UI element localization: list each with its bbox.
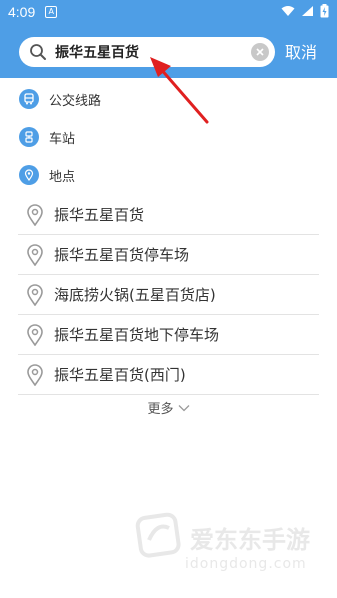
station-icon — [19, 127, 39, 147]
location-pin-icon — [27, 203, 43, 226]
signal-icon — [302, 6, 313, 16]
battery-icon — [320, 4, 329, 18]
result-label: 振华五星百货地下停车场 — [54, 326, 220, 344]
bus-icon — [19, 89, 39, 109]
list-item[interactable]: 振华五星百货地下停车场 — [18, 315, 319, 355]
list-item[interactable]: 振华五星百货停车场 — [18, 235, 319, 275]
list-item[interactable]: 振华五星百货 — [18, 195, 319, 235]
clear-button[interactable] — [251, 43, 269, 61]
category-place[interactable]: 地点 — [0, 156, 337, 194]
notification-icon: A — [45, 6, 58, 18]
watermark-title: 爱东东手游 — [190, 526, 310, 554]
result-list: 振华五星百货 振华五星百货停车场 海底捞火锅(五星百货店) 振华五星百货地下停车… — [18, 195, 319, 395]
status-bar: 4:09 A — [0, 0, 337, 24]
search-icon — [30, 44, 46, 60]
location-pin-icon — [27, 363, 43, 386]
result-label: 振华五星百货(西门) — [54, 366, 186, 384]
location-pin-icon — [27, 243, 43, 266]
location-pin-icon — [27, 323, 43, 346]
category-label: 公交线路 — [49, 93, 102, 109]
watermark-url: idongdong.com — [185, 556, 307, 572]
list-item[interactable]: 振华五星百货(西门) — [18, 355, 319, 395]
category-bus-lines[interactable]: 公交线路 — [0, 80, 337, 118]
status-icons — [281, 4, 329, 18]
location-icon — [19, 165, 39, 185]
search-header: 振华五星百货 取消 — [0, 24, 337, 78]
watermark-logo-icon — [135, 512, 181, 558]
search-query[interactable]: 振华五星百货 — [55, 42, 251, 62]
list-item[interactable]: 海底捞火锅(五星百货店) — [18, 275, 319, 315]
search-input[interactable]: 振华五星百货 — [19, 37, 275, 67]
status-time: 4:09 — [8, 4, 36, 20]
category-list: 公交线路 车站 地点 — [0, 80, 337, 194]
wifi-icon — [281, 6, 295, 16]
more-label: 更多 — [147, 402, 174, 417]
location-pin-icon — [27, 283, 43, 306]
category-station[interactable]: 车站 — [0, 118, 337, 156]
category-label: 车站 — [49, 131, 76, 147]
result-label: 海底捞火锅(五星百货店) — [54, 286, 216, 304]
more-button[interactable]: 更多 — [0, 398, 337, 417]
result-label: 振华五星百货 — [54, 206, 145, 224]
cancel-button[interactable]: 取消 — [285, 39, 317, 63]
chevron-down-icon — [178, 404, 189, 411]
close-icon — [256, 48, 264, 56]
watermark: 爱东东手游 idongdong.com — [135, 510, 335, 580]
result-label: 振华五星百货停车场 — [54, 246, 190, 264]
category-label: 地点 — [49, 169, 76, 185]
